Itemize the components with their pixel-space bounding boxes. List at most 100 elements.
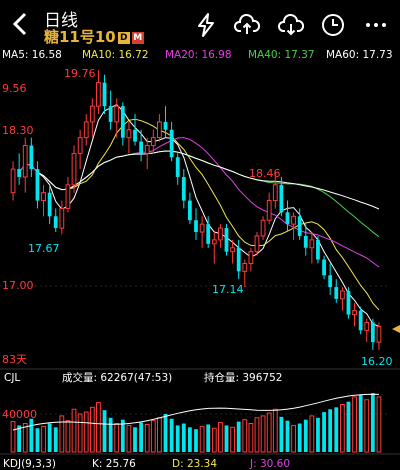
- volume-bar: [254, 417, 260, 453]
- back-arrow-icon[interactable]: [8, 10, 34, 38]
- volume-bar: [120, 419, 125, 452]
- header-bar: 日线 糖11号10 D M: [0, 0, 400, 48]
- candle-body: [157, 121, 162, 139]
- candle-body: [133, 129, 137, 142]
- candle-body: [53, 216, 58, 229]
- candle-body: [126, 129, 132, 139]
- volume-bar: [370, 393, 375, 452]
- volume-bar: [139, 422, 144, 452]
- candle-body: [144, 145, 150, 154]
- candle-body: [322, 259, 326, 276]
- volume-bar: [322, 412, 326, 452]
- candle-body: [376, 325, 382, 343]
- candle-body: [211, 239, 217, 245]
- volume-bar: [279, 416, 284, 452]
- candle-body: [254, 235, 260, 253]
- kdj-label[interactable]: KDJ(9,3,3): [3, 458, 56, 470]
- candle-body: [334, 287, 339, 299]
- candle-body: [65, 184, 71, 209]
- candle-body: [224, 228, 229, 252]
- volume-bar: [83, 411, 89, 453]
- candle-body: [150, 137, 156, 147]
- candle-body: [41, 192, 46, 202]
- axis-label-mid: 18.30: [2, 124, 34, 137]
- candle-body: [206, 224, 211, 244]
- candle-body: [194, 220, 198, 233]
- candle-body: [71, 152, 77, 186]
- candle-body: [309, 239, 315, 249]
- candle-body: [10, 168, 16, 194]
- low-price-mark-3: 16.20: [361, 355, 393, 368]
- low-price-mark-1: 17.67: [28, 242, 60, 255]
- cloud-upload-icon[interactable]: [234, 12, 260, 38]
- volume-bar: [96, 402, 101, 453]
- candlesticks: [10, 70, 382, 350]
- candle-body: [89, 105, 95, 123]
- volume-bar: [35, 428, 40, 452]
- volume-bar: [291, 424, 296, 453]
- volume-bar: [303, 419, 308, 452]
- candle-body: [260, 219, 266, 237]
- candle-body: [175, 157, 180, 177]
- candle-body: [108, 106, 113, 122]
- candle-body: [248, 251, 254, 264]
- cloud-download-icon[interactable]: [278, 12, 304, 38]
- more-icon[interactable]: [363, 12, 389, 38]
- volume-bar: [169, 418, 174, 452]
- candle-body: [364, 321, 370, 331]
- volume-bar: [102, 410, 107, 452]
- volume-bar: [188, 427, 192, 452]
- kline-chart[interactable]: 19.76 9.56 18.30 17.67 18.46 17.14 17.00…: [0, 63, 400, 470]
- indicator-name[interactable]: CJL: [4, 372, 20, 384]
- candle-body: [230, 247, 235, 253]
- volume-bar: [358, 395, 363, 452]
- volume-bar: [133, 427, 137, 452]
- axis-label-1700: 17.00: [2, 279, 34, 292]
- volume-bar: [77, 413, 83, 453]
- volume-bar: [224, 425, 229, 452]
- volume-bar: [10, 421, 16, 453]
- volume-bar: [59, 415, 65, 453]
- candle-body: [236, 247, 241, 272]
- volume-bar: [218, 422, 223, 453]
- volume-bar: [339, 404, 345, 453]
- candle-body: [29, 145, 34, 170]
- volume-bar: [41, 425, 46, 453]
- contract-name[interactable]: 糖11号10 D M: [44, 26, 144, 47]
- candle-body: [139, 141, 144, 154]
- moving-average-lines: [18, 103, 380, 327]
- candle-body: [83, 121, 89, 139]
- candle-body: [47, 192, 52, 217]
- candle-body: [328, 275, 333, 288]
- volume-bar: [236, 421, 241, 452]
- candle-body: [199, 223, 205, 233]
- volume-bar: [29, 418, 34, 452]
- daily-tag: D: [117, 32, 130, 44]
- current-price-pointer-icon: [392, 325, 400, 333]
- volume-bar: [17, 425, 22, 452]
- volume-bar: [309, 415, 315, 453]
- candle-body: [120, 106, 125, 138]
- candle-body: [188, 200, 192, 221]
- candle-body: [272, 184, 278, 202]
- volume-bar: [266, 412, 272, 453]
- candle-body: [102, 82, 107, 107]
- candle-body: [266, 200, 272, 221]
- ma40-label: MA40: 17.37: [248, 49, 315, 61]
- volume-bar: [230, 426, 235, 453]
- ma10-label: MA10: 16.72: [82, 49, 149, 61]
- flash-icon[interactable]: [193, 12, 219, 38]
- ma10-line: [18, 118, 380, 311]
- candle-body: [303, 235, 308, 248]
- candle-body: [358, 310, 363, 331]
- volume-bar: [65, 420, 71, 453]
- volume-bar: [108, 417, 113, 452]
- volume-bar: [316, 417, 320, 452]
- volume-bar: [194, 429, 198, 452]
- volume-bar: [150, 420, 156, 453]
- candle-body: [114, 105, 120, 123]
- candle-body: [279, 184, 284, 213]
- volume-bar: [285, 420, 290, 452]
- clock-icon[interactable]: [320, 12, 346, 38]
- volume-bar: [352, 396, 357, 453]
